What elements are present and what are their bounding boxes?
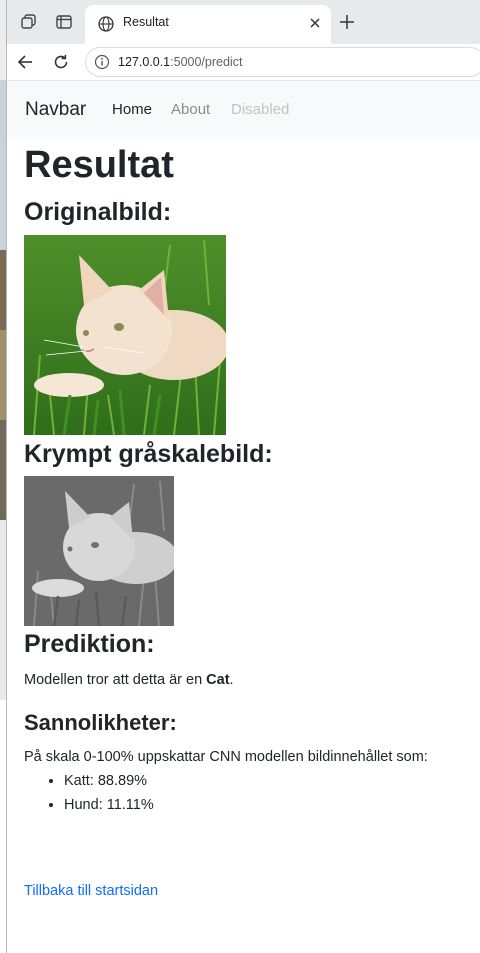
probabilities-intro: På skala 0-100% uppskattar CNN modellen … xyxy=(24,749,428,765)
grayscale-image-heading: Krympt gråskalebild: xyxy=(24,440,273,468)
new-tab-icon[interactable] xyxy=(337,12,357,32)
original-image-heading: Originalbild: xyxy=(24,198,172,226)
browser-toolbar: 127.0.0.1:5000/predict xyxy=(7,44,480,81)
tab-actions-icon[interactable] xyxy=(54,12,74,32)
page-title: Resultat xyxy=(24,144,174,186)
url-path: :5000/predict xyxy=(170,55,243,69)
url-text: 127.0.0.1:5000/predict xyxy=(118,55,242,69)
close-tab-icon[interactable] xyxy=(306,14,324,32)
probabilities-list: Katt: 88.89% Hund: 11.11% xyxy=(24,769,154,817)
back-to-start-link[interactable]: Tillbaka till startsidan xyxy=(24,883,158,899)
navbar-brand[interactable]: Navbar xyxy=(25,99,86,121)
reload-icon[interactable] xyxy=(49,50,73,74)
prediction-text: Modellen tror att detta är en Cat. xyxy=(24,670,234,690)
address-bar[interactable]: 127.0.0.1:5000/predict xyxy=(85,47,480,77)
site-navbar: Navbar Home About Disabled xyxy=(7,81,480,137)
browser-window: Resultat 127.0.0.1:5000/predict Navbar H… xyxy=(6,0,480,953)
probabilities-heading: Sannolikheter: xyxy=(24,710,177,735)
grayscale-cat-image xyxy=(24,476,174,626)
list-item: Katt: 88.89% xyxy=(64,769,154,793)
nav-link-home[interactable]: Home xyxy=(112,101,152,118)
web-page: Navbar Home About Disabled Resultat Orig… xyxy=(7,81,480,953)
original-cat-image xyxy=(24,235,226,435)
prediction-suffix: . xyxy=(229,672,234,688)
tab-resultat[interactable]: Resultat xyxy=(85,5,331,44)
prediction-prefix: Modellen tror att detta är en xyxy=(24,672,207,688)
prediction-heading: Prediktion: xyxy=(24,630,155,658)
globe-icon xyxy=(98,16,114,32)
back-arrow-icon[interactable] xyxy=(13,50,37,74)
nav-link-disabled: Disabled xyxy=(231,101,290,118)
list-item: Hund: 11.11% xyxy=(64,793,154,817)
site-info-icon[interactable] xyxy=(94,54,110,70)
nav-link-about[interactable]: About xyxy=(171,101,210,118)
workspaces-icon[interactable] xyxy=(19,12,39,32)
prediction-label: Cat xyxy=(206,672,230,688)
tab-title: Resultat xyxy=(123,15,169,29)
url-host: 127.0.0.1 xyxy=(118,55,171,69)
tab-bar: Resultat xyxy=(7,0,480,44)
